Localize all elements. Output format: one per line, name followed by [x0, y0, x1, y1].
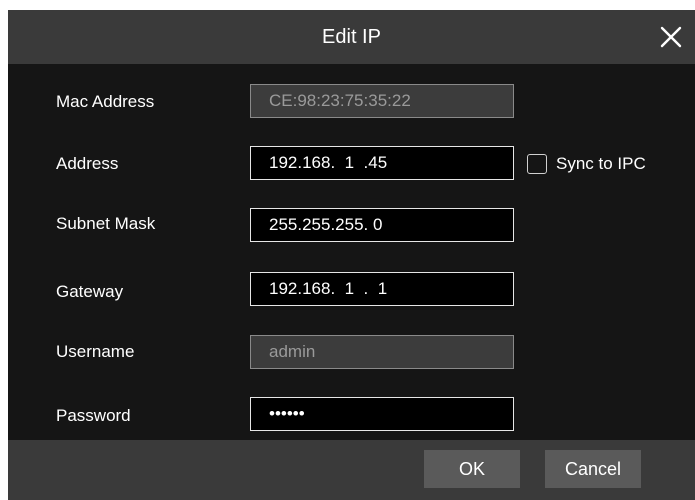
sync-to-ipc-label: Sync to IPC — [556, 154, 646, 173]
username-label: Username — [56, 342, 135, 361]
gateway-field[interactable] — [250, 272, 514, 306]
address-label: Address — [56, 154, 119, 173]
title-bar: Edit IP — [8, 10, 695, 64]
username-field — [250, 335, 514, 369]
subnet-mask-label: Subnet Mask — [56, 214, 156, 233]
sync-to-ipc-checkbox[interactable] — [527, 154, 547, 174]
cancel-button[interactable]: Cancel — [545, 450, 641, 488]
sync-to-ipc-toggle[interactable]: Sync to IPC — [527, 151, 646, 177]
dialog-title: Edit IP — [322, 26, 381, 48]
password-label: Password — [56, 406, 131, 425]
dialog-footer: OK Cancel — [8, 440, 695, 500]
subnet-mask-field[interactable] — [250, 208, 514, 242]
address-field[interactable] — [250, 146, 514, 180]
edit-ip-dialog: Edit IP Mac Address Address Sync to IPC … — [8, 10, 695, 500]
close-icon[interactable] — [657, 23, 685, 51]
mac-address-field — [250, 84, 514, 118]
password-field[interactable] — [250, 397, 514, 431]
ok-button[interactable]: OK — [424, 450, 520, 488]
gateway-label: Gateway — [56, 282, 124, 301]
mac-address-label: Mac Address — [56, 92, 155, 111]
